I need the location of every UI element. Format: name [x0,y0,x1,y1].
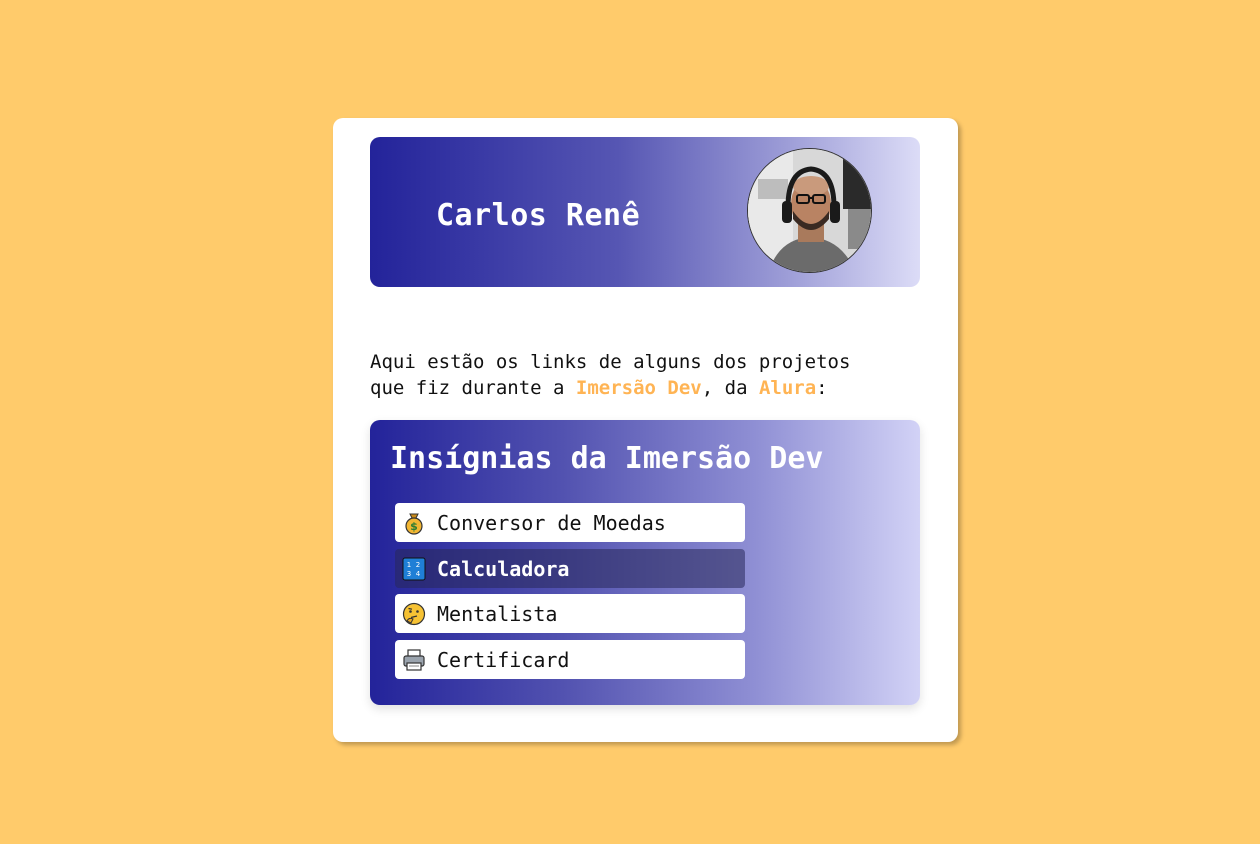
link-label: Conversor de Moedas [437,510,666,535]
link-certificard[interactable]: Certificard [395,640,745,679]
avatar [747,148,872,273]
svg-text:2: 2 [416,561,420,569]
profile-header: Carlos Renê [370,137,920,287]
badges-panel: Insígnias da Imersão Dev $ Conversor de … [370,420,920,705]
profile-name: Carlos Renê [436,198,641,233]
alura-highlight: Alura [758,377,817,399]
svg-text:3: 3 [407,570,411,578]
link-conversor-de-moedas[interactable]: $ Conversor de Moedas [395,503,745,542]
profile-card: Carlos Renê Aqui estão os links de algun… [333,118,958,742]
intro-text: Aqui estão os links de alguns dos projet… [370,349,930,401]
intro-text-b: , da [701,377,759,399]
svg-text:$: $ [410,520,418,533]
badges-title: Insígnias da Imersão Dev [390,441,824,476]
money-bag-icon: $ [402,511,426,535]
numbers-icon: 1 2 3 4 [402,557,426,581]
avatar-photo [748,149,871,272]
intro-line-1: Aqui estão os links de alguns dos projet… [370,351,851,373]
card-printer-icon [402,648,426,672]
link-label: Calculadora [437,556,570,581]
link-label: Certificard [437,647,570,672]
intro-text-a: que fiz durante a [370,377,576,399]
imersao-dev-highlight: Imersão Dev [575,377,702,399]
link-label: Mentalista [437,601,558,626]
svg-text:1: 1 [407,561,411,569]
intro-text-c: : [816,377,828,399]
svg-text:4: 4 [416,570,421,578]
thinking-face-icon [402,602,426,626]
link-calculadora[interactable]: 1 2 3 4 Calculadora [395,549,745,588]
link-mentalista[interactable]: Mentalista [395,594,745,633]
intro-line-2: que fiz durante a Imersão Dev, da Alura: [370,375,930,401]
